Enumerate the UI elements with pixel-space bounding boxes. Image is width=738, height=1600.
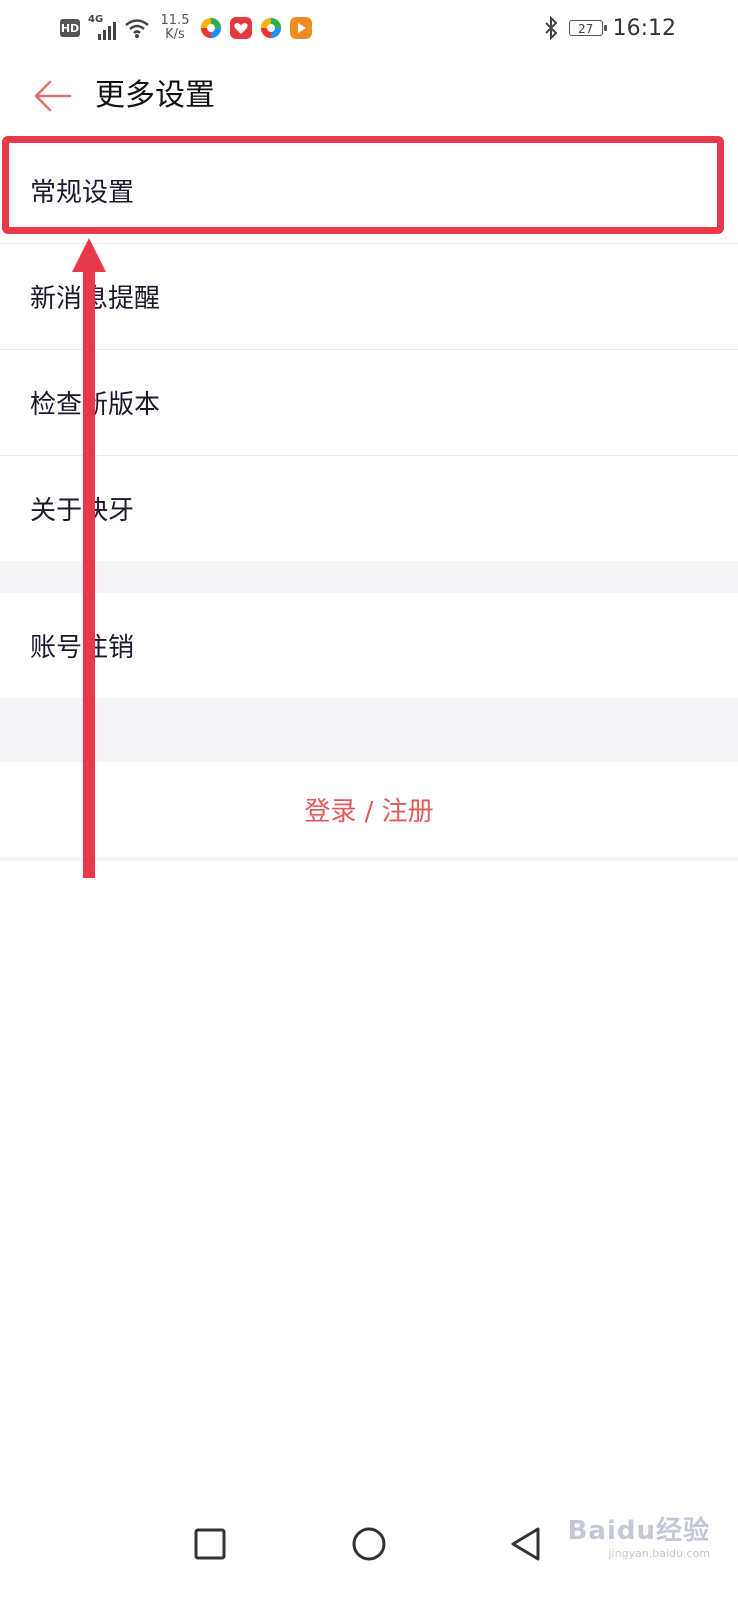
list-item-label: 关于快牙 — [30, 496, 135, 526]
home-icon[interactable] — [339, 1514, 399, 1574]
list-item-new-message-notification[interactable]: 新消息提醒 — [0, 244, 738, 350]
nav-header: 更多设置 — [0, 56, 738, 136]
list-item-label: 检查新版本 — [30, 390, 161, 420]
status-time: 16:12 — [612, 15, 676, 41]
login-register-button[interactable]: 登录 / 注册 — [0, 762, 738, 861]
app-icon-red — [230, 17, 252, 39]
wifi-icon — [125, 19, 149, 38]
login-register-label: 登录 / 注册 — [304, 797, 434, 827]
watermark-text: Baidu经验 — [567, 1516, 710, 1546]
status-left: HD 4G 11.5 K/s — [60, 12, 312, 44]
recent-apps-icon[interactable] — [180, 1514, 240, 1574]
list-item-about[interactable]: 关于快牙 — [0, 456, 738, 561]
list-item-check-new-version[interactable]: 检查新版本 — [0, 350, 738, 456]
list-item-label: 新消息提醒 — [30, 284, 161, 314]
page-title: 更多设置 — [95, 78, 215, 113]
bluetooth-icon — [544, 16, 558, 40]
app-icon-colorful — [200, 17, 222, 39]
speed-value: 11.5 — [160, 13, 190, 28]
list-item-label: 常规设置 — [30, 178, 135, 208]
signal-icon: 4G — [88, 14, 116, 40]
app-icon-colorful — [260, 17, 282, 39]
arrow-left-icon[interactable] — [30, 74, 76, 118]
settings-list: 常规设置 新消息提醒 检查新版本 关于快牙 账号注销 登录 / 注册 — [0, 138, 738, 861]
network-speed: 11.5 K/s — [158, 14, 192, 42]
speed-unit: K/s — [165, 27, 185, 42]
list-item-label: 账号注销 — [30, 633, 135, 663]
app-icon-orange-play — [290, 17, 312, 39]
list-item-account-deletion[interactable]: 账号注销 — [0, 593, 738, 698]
status-bar: HD 4G 11.5 K/s 27 16:12 — [0, 0, 738, 56]
back-triangle-icon[interactable] — [496, 1514, 556, 1574]
list-item-general-settings[interactable]: 常规设置 — [0, 138, 738, 244]
baidu-watermark: Baidu经验 jingyan.baidu.com — [568, 1510, 710, 1560]
battery-icon: 27 — [568, 20, 607, 36]
section-divider — [0, 561, 738, 593]
section-divider — [0, 698, 738, 762]
hd-icon: HD — [60, 19, 80, 37]
status-right: 27 16:12 — [543, 12, 676, 44]
watermark-sub: jingyan.baidu.com — [608, 1547, 710, 1560]
